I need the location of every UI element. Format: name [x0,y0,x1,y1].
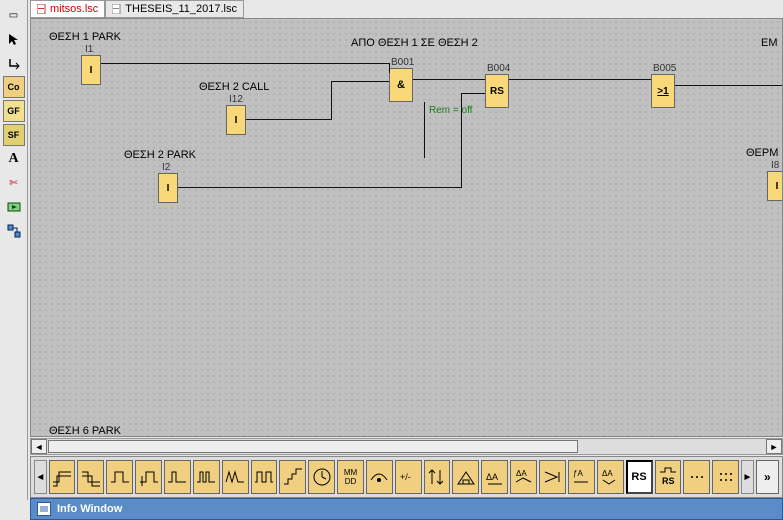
window-tool-icon[interactable]: ▭ [3,4,25,26]
block-i8[interactable]: I [767,171,783,201]
wire [331,81,389,82]
fn-message-text-icon[interactable] [683,460,710,494]
svg-text:ΔA: ΔA [486,472,498,482]
fn-async-pulse-icon[interactable] [222,460,249,494]
label-therm: ΘΕΡΜ [746,147,778,159]
simulation-tool-icon[interactable] [3,196,25,218]
fn-edge-wiping-icon[interactable] [193,460,220,494]
wire [675,85,783,86]
tab-label: THESEIS_11_2017.lsc [125,3,237,15]
fn-pulse-relay-icon[interactable]: RS [655,460,682,494]
diagram-canvas[interactable]: ΘΕΣΗ 1 PARK ΑΠΟ ΘΕΣΗ 1 ΣΕ ΘΕΣΗ 2 ΘΕΣΗ 2 … [31,19,783,437]
fn-stopwatch-icon[interactable]: +/- [395,460,422,494]
palette-scroll-right-icon[interactable]: ► [741,460,754,494]
fn-threshold-icon[interactable]: ΔA [481,460,508,494]
fn-analog-amplifier-icon[interactable]: ΔA [597,460,624,494]
basic-functions-tool[interactable]: GF [3,100,25,122]
svg-text:+/-: +/- [400,472,411,482]
wire [389,63,390,73]
horizontal-scrollbar[interactable]: ◄ ► [30,438,783,455]
connector-tool-icon[interactable] [3,52,25,74]
label-apo-thesi: ΑΠΟ ΘΕΣΗ 1 ΣΕ ΘΕΣΗ 2 [351,37,478,49]
svg-text:ΔA: ΔA [602,469,613,478]
block-id-i12: I12 [229,94,243,105]
label-thesi6-park: ΘΕΣΗ 6 PARK [49,425,121,437]
block-i2[interactable]: I [158,173,178,203]
scroll-left-icon[interactable]: ◄ [31,439,47,454]
fn-random-gen-icon[interactable] [251,460,278,494]
fn-retentive-on-delay-icon[interactable] [135,460,162,494]
block-id-b001: B001 [391,57,414,68]
block-id-i8: I8 [771,160,779,171]
constants-tool[interactable]: Co [3,76,25,98]
fn-stairway-icon[interactable] [279,460,306,494]
cut-tool-icon[interactable]: ✄ [3,172,25,194]
label-thesi2-park: ΘΕΣΗ 2 PARK [124,149,196,161]
fn-analog-watchdog-icon[interactable]: ƒA [568,460,595,494]
wire [331,81,332,120]
tab-mitsos[interactable]: mitsos.lsc [30,0,105,18]
block-i1[interactable]: I [81,55,101,85]
block-id-b005: B005 [653,63,676,74]
fn-on-off-delay-icon[interactable] [106,460,133,494]
block-b001-and[interactable]: & [389,68,413,102]
fn-astro-timer-icon[interactable] [366,460,393,494]
tab-bar: mitsos.lsc THESEIS_11_2017.lsc [30,0,244,18]
svg-text:RS: RS [662,476,675,486]
fn-weekly-timer-icon[interactable] [308,460,335,494]
tab-label: mitsos.lsc [50,3,98,15]
block-b004-rs[interactable]: RS [485,74,509,108]
fn-latching-relay-rs[interactable]: RS [626,460,653,494]
info-icon [37,502,51,516]
label-thesi2-call: ΘΕΣΗ 2 CALL [199,81,269,93]
palette-scroll-left-icon[interactable]: ◄ [34,460,47,494]
fn-softkey-icon[interactable] [712,460,739,494]
network-tool-icon[interactable] [3,220,25,242]
fn-hours-counter-icon[interactable] [452,460,479,494]
info-window-bar[interactable]: Info Window [30,498,783,520]
fn-analog-comparator-icon[interactable] [539,460,566,494]
scrollbar-thumb[interactable] [48,440,578,453]
function-palette: ◄ MM DD +/- ΔA ΔA ƒA ΔA RS RS ► » [30,456,783,498]
label-em: EM [761,37,778,49]
svg-text:ΔA: ΔA [516,469,527,478]
fn-yearly-timer-icon[interactable]: MM DD [337,460,364,494]
svg-text:ƒA: ƒA [573,469,583,478]
file-icon [37,4,47,14]
fn-analog-threshold-icon[interactable]: ΔA [510,460,537,494]
tab-theseis[interactable]: THESEIS_11_2017.lsc [105,0,244,18]
wire [424,102,425,158]
block-id-i2: I2 [162,162,170,173]
palette-more-button[interactable]: » [756,460,779,494]
fn-updown-counter-icon[interactable] [424,460,451,494]
fn-on-delay-icon[interactable] [49,460,76,494]
label-thesi1-park: ΘΕΣΗ 1 PARK [49,31,121,43]
fn-wiping-relay-icon[interactable] [164,460,191,494]
file-icon [112,4,122,14]
block-id-b004: B004 [487,63,510,74]
wire [461,93,485,94]
block-id-i1: I1 [85,44,93,55]
wire [509,79,651,80]
pointer-tool-icon[interactable] [3,28,25,50]
special-functions-tool[interactable]: SF [3,124,25,146]
canvas-area[interactable]: ΘΕΣΗ 1 PARK ΑΠΟ ΘΕΣΗ 1 ΣΕ ΘΕΣΗ 2 ΘΕΣΗ 2 … [30,18,783,437]
text-tool-icon[interactable]: A [3,148,25,170]
wire [413,79,485,80]
info-window-title: Info Window [57,503,122,515]
wire [461,93,462,188]
wire [246,119,331,120]
scroll-right-icon[interactable]: ► [766,439,782,454]
left-toolbar: ▭ Co GF SF A ✄ [0,0,28,500]
fn-off-delay-icon[interactable] [77,460,104,494]
rem-label: Rem = off [429,105,472,116]
wire [101,63,389,64]
block-i12[interactable]: I [226,105,246,135]
wire [178,187,461,188]
block-b005-or[interactable]: >1 [651,74,675,108]
